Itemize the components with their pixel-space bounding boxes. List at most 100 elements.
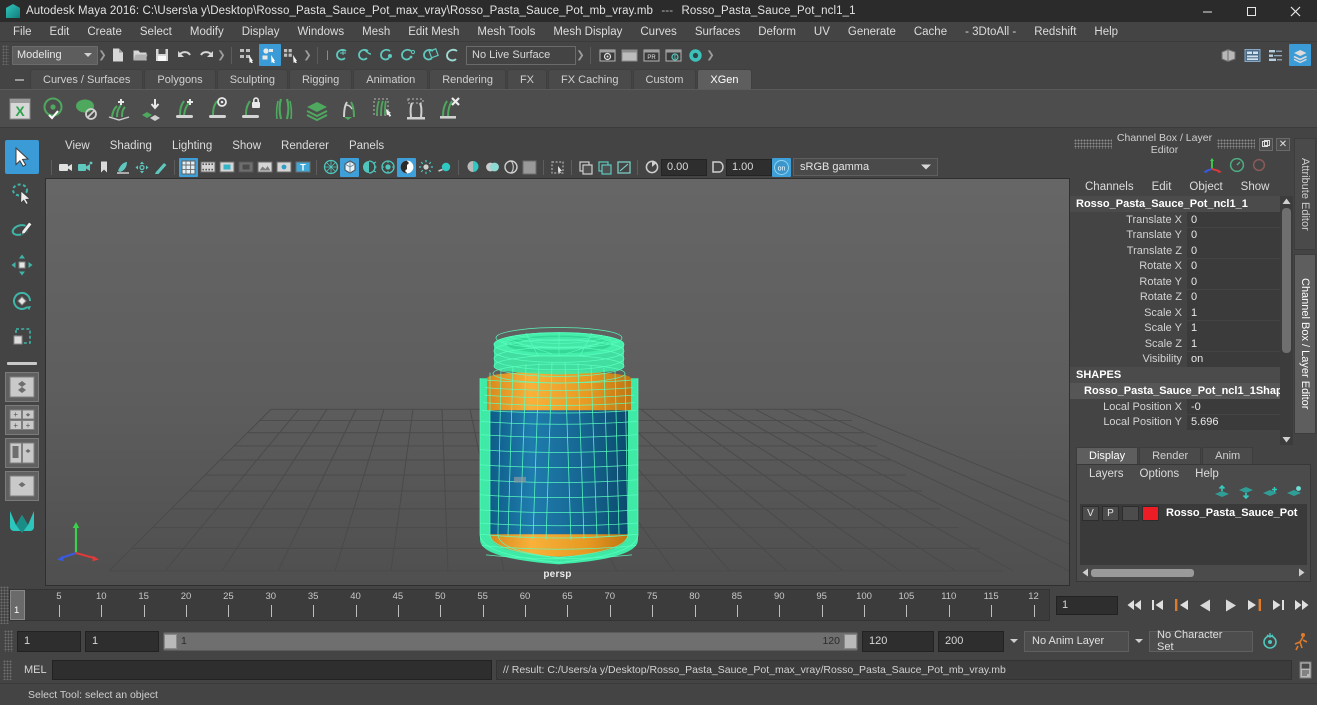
close-button[interactable]	[1273, 0, 1317, 22]
shelf-tab-custom[interactable]: Custom	[632, 69, 697, 89]
image-plane-icon[interactable]	[113, 158, 132, 177]
scroll-down-arrow-icon[interactable]	[1280, 434, 1293, 445]
layer-name[interactable]: Rosso_Pasta_Sauce_Pot	[1162, 507, 1297, 519]
statusline-collapse-6[interactable]: ❯	[706, 46, 715, 64]
menu-edit-mesh[interactable]: Edit Mesh	[399, 22, 468, 42]
snap-to-view-plane-icon[interactable]	[420, 44, 442, 66]
panel-grip-right[interactable]	[1217, 139, 1255, 149]
menu-mesh-tools[interactable]: Mesh Tools	[468, 22, 544, 42]
persp-outliner-layout[interactable]	[4, 438, 39, 468]
gamma-value[interactable]: 1.00	[726, 158, 772, 176]
screen-space-ao-icon[interactable]	[397, 157, 416, 177]
color-management-combo[interactable]: sRGB gamma	[793, 158, 938, 176]
multisample-aa-icon[interactable]	[435, 158, 454, 177]
channel-value[interactable]: 1	[1187, 336, 1293, 352]
range-slider[interactable]: 1 120	[163, 631, 858, 651]
xray-active-components-icon[interactable]: T	[293, 158, 312, 177]
film-gate-icon[interactable]	[198, 158, 217, 177]
four-view-layout[interactable]: + + +	[4, 405, 39, 435]
menu-mesh[interactable]: Mesh	[353, 22, 399, 42]
viewport-menu-lighting[interactable]: Lighting	[162, 140, 222, 152]
use-all-lights-icon[interactable]	[359, 158, 378, 177]
xray-display-icon[interactable]	[501, 158, 520, 177]
panel-grip-left[interactable]	[1074, 139, 1112, 149]
shelf-tab-fx-caching[interactable]: FX Caching	[548, 69, 632, 89]
menu-redshift[interactable]: Redshift	[1025, 22, 1085, 42]
channel-row-translate-x[interactable]: Translate X 0	[1070, 212, 1293, 228]
layer-list[interactable]: V P Rosso_Pasta_Sauce_Pot	[1080, 504, 1307, 565]
channel-value[interactable]: 1	[1187, 305, 1293, 321]
scale-tool[interactable]	[5, 320, 39, 354]
channel-value[interactable]: on	[1187, 351, 1293, 367]
step-forward-keyframe-icon[interactable]	[1266, 594, 1289, 616]
hypershade-icon[interactable]: 6	[662, 44, 684, 66]
move-tool[interactable]	[5, 248, 39, 282]
new-layer-from-selected-icon[interactable]	[1286, 485, 1302, 499]
menu-display[interactable]: Display	[233, 22, 289, 42]
statusline-collapse-2[interactable]: ❯	[217, 46, 226, 64]
xgen-preview-icon[interactable]	[37, 93, 69, 125]
maximize-button[interactable]	[1229, 0, 1273, 22]
layer-menu-help[interactable]: Help	[1187, 468, 1227, 480]
show-hide-attribute-editor-icon[interactable]	[1241, 44, 1263, 66]
xgen-clump-icon[interactable]	[367, 93, 399, 125]
xgen-place-icon[interactable]	[136, 93, 168, 125]
script-editor-icon[interactable]	[1296, 659, 1314, 681]
record-icon[interactable]	[1251, 157, 1267, 173]
rotate-tool[interactable]	[5, 284, 39, 318]
channel-box-shape-name[interactable]: Rosso_Pasta_Sauce_Pot_ncl1_1Shape	[1070, 383, 1293, 399]
close-tab-icon[interactable]: ✕	[1276, 137, 1290, 151]
playback-start-field[interactable]: 1	[85, 630, 159, 652]
snap-to-projected-center-icon[interactable]	[398, 44, 420, 66]
menu-deform[interactable]: Deform	[749, 22, 805, 42]
layer-playback-toggle[interactable]: P	[1102, 505, 1119, 521]
render-view-icon[interactable]	[684, 44, 706, 66]
xgen-add-density-icon[interactable]	[103, 93, 135, 125]
channel-row-rotate-x[interactable]: Rotate X 0	[1070, 258, 1293, 275]
select-by-object-icon[interactable]	[259, 44, 281, 66]
xgen-bend-icon[interactable]	[334, 93, 366, 125]
gate-mask-icon[interactable]	[236, 158, 255, 177]
menu-cache[interactable]: Cache	[905, 22, 956, 42]
menu-surfaces[interactable]: Surfaces	[686, 22, 749, 42]
time-slider[interactable]: 1 5 10 15 20 25 30 35 40 45 50 55 60 65 70 75 80 85 90 95 1…	[9, 589, 1050, 621]
menu-select[interactable]: Select	[131, 22, 181, 42]
channel-row-scale-x[interactable]: Scale X 1	[1070, 305, 1293, 321]
channel-value[interactable]: 5.696	[1187, 414, 1293, 430]
select-by-component-icon[interactable]	[281, 44, 303, 66]
viewport-menu-shading[interactable]: Shading	[100, 140, 162, 152]
channel-value[interactable]: -0	[1187, 399, 1293, 415]
channel-row-rotate-y[interactable]: Rotate Y 0	[1070, 274, 1293, 290]
scroll-left-arrow-icon[interactable]	[1080, 568, 1091, 577]
step-forward-frame-icon[interactable]	[1242, 594, 1265, 616]
open-scene-icon[interactable]	[129, 44, 151, 66]
playback-options-icon[interactable]	[1287, 631, 1313, 651]
channel-value[interactable]: 0	[1187, 274, 1293, 290]
channel-value[interactable]: 0	[1187, 227, 1293, 243]
current-frame-indicator[interactable]: 1	[10, 590, 25, 620]
statusline-grip[interactable]	[2, 45, 9, 65]
shelf-tab-curves-surfaces[interactable]: Curves / Surfaces	[30, 69, 144, 89]
smooth-shade-all-icon[interactable]	[340, 157, 359, 177]
wireframe-icon[interactable]	[321, 158, 340, 177]
layer-menu-options[interactable]: Options	[1132, 468, 1188, 480]
channel-box-menu-object[interactable]: Object	[1180, 181, 1231, 193]
menu-mesh-display[interactable]: Mesh Display	[544, 22, 631, 42]
xray-mode-icon[interactable]	[255, 158, 274, 177]
channel-row-translate-y[interactable]: Translate Y 0	[1070, 227, 1293, 244]
isolate-select-icon[interactable]	[482, 158, 501, 177]
scroll-up-arrow-icon[interactable]	[1280, 196, 1293, 207]
play-forwards-icon[interactable]	[1218, 594, 1241, 616]
undo-icon[interactable]	[173, 44, 195, 66]
camera-attributes-icon[interactable]	[75, 158, 94, 177]
animation-end-field[interactable]: 200	[938, 630, 1004, 652]
menu-file[interactable]: File	[4, 22, 41, 42]
chevron-down-icon[interactable]	[1135, 639, 1143, 643]
menu-edit[interactable]: Edit	[41, 22, 79, 42]
shelf-tab-polygons[interactable]: Polygons	[144, 69, 216, 89]
exposure-value[interactable]: 0.00	[661, 158, 707, 176]
menu-windows[interactable]: Windows	[288, 22, 353, 42]
channel-row-scale-z[interactable]: Scale Z 1	[1070, 336, 1293, 352]
channel-value[interactable]: 0	[1187, 243, 1293, 259]
show-hide-tool-settings-icon[interactable]	[1265, 44, 1287, 66]
